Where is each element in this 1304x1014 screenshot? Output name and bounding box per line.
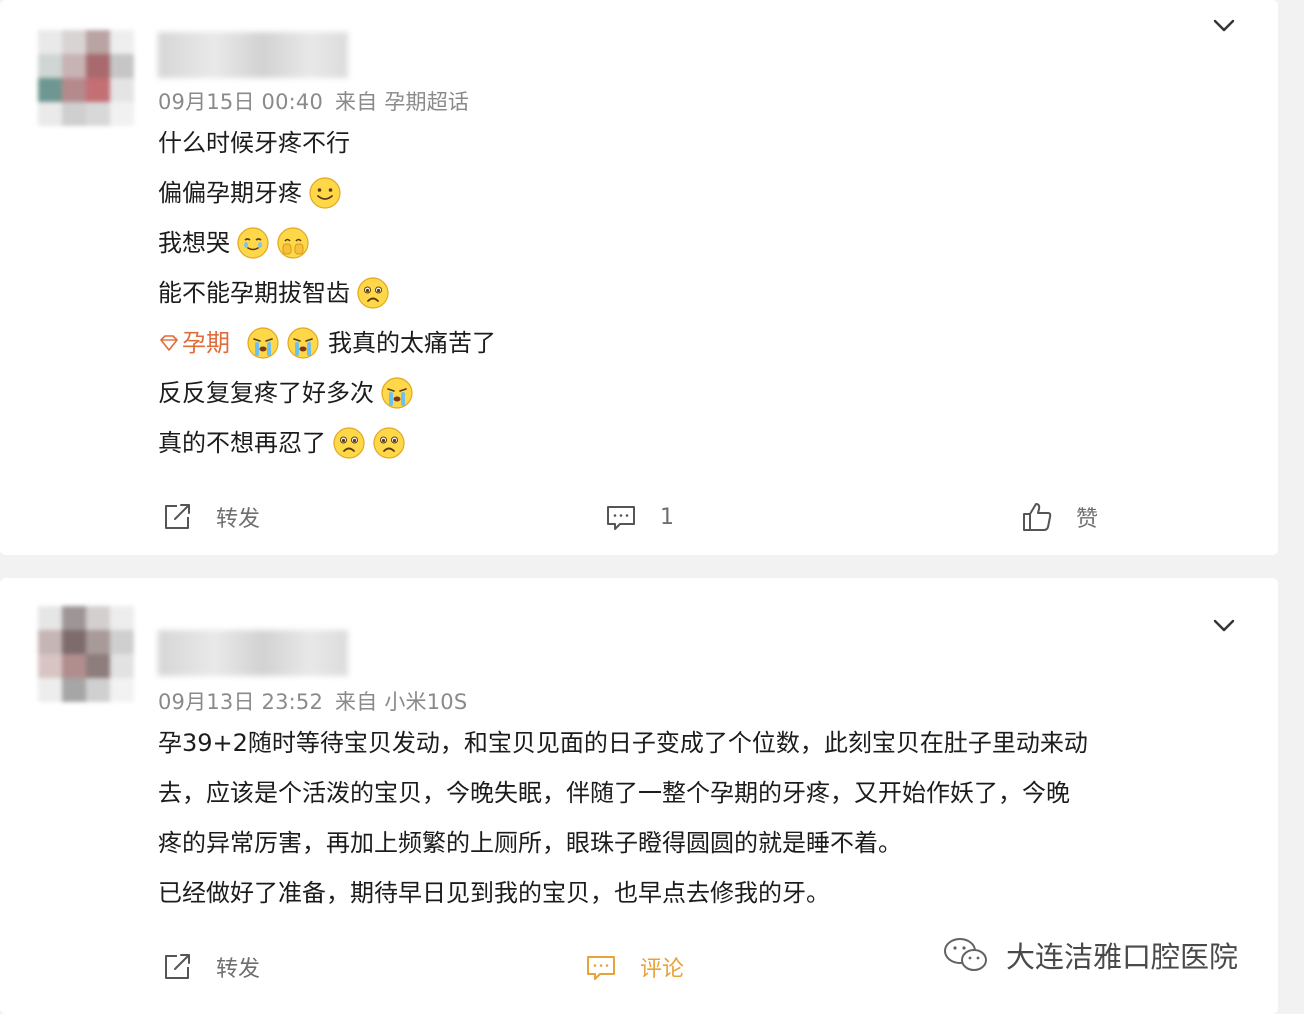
post-line: 能不能孕期拔智齿 <box>158 268 496 318</box>
username-blurred[interactable] <box>158 630 348 676</box>
post-line: 反反复复疼了好多次 <box>158 368 496 418</box>
chevron-down-icon[interactable] <box>1210 12 1238 40</box>
post-line-text: 反反复复疼了好多次 <box>158 379 374 407</box>
sad-emoji <box>332 426 366 460</box>
sad-emoji <box>372 426 406 460</box>
diamond-tag-icon <box>160 335 178 351</box>
post-paragraph-line: 疼的异常厉害，再加上频繁的上厕所，眼珠子瞪得圆圆的就是睡不着。 <box>158 829 902 857</box>
post-line-text: 偏偏孕期牙疼 <box>158 179 302 207</box>
like-button[interactable]: 赞 <box>1020 492 1098 542</box>
post-line-text: 能不能孕期拔智齿 <box>158 279 350 307</box>
post-line-text: 什么时候牙疼不行 <box>158 129 350 157</box>
post-source[interactable]: 来自 孕期超话 <box>335 90 469 114</box>
post-card: 09月13日 23:52 来自 小米10S 孕39+2随时等待宝贝发动，和宝贝见面… <box>0 578 1278 1014</box>
watermark: 大连洁雅口腔医院 <box>942 934 1238 976</box>
sad-emoji <box>356 276 390 310</box>
post-line-text: 真的不想再忍了 <box>158 429 326 457</box>
forward-icon <box>165 954 190 979</box>
avatar[interactable] <box>38 30 134 126</box>
cry-emoji <box>246 326 280 360</box>
topic-tag-label: 孕期 <box>182 329 230 357</box>
like-icon <box>1023 503 1052 531</box>
cry-emoji <box>286 326 320 360</box>
covering-face-emoji <box>276 226 310 260</box>
comment-label: 评论 <box>640 957 685 982</box>
forward-label: 转发 <box>216 507 261 532</box>
forward-label: 转发 <box>216 957 261 982</box>
post-date: 09月15日 00:40 <box>158 90 324 114</box>
comment-icon <box>587 956 615 980</box>
post-line-text: 我想哭 <box>158 229 230 257</box>
comment-button[interactable]: 评论 <box>584 942 684 992</box>
chevron-down-icon[interactable] <box>1210 612 1238 640</box>
post-paragraph-line: 去，应该是个活泼的宝贝，今晚失眠，伴随了一整个孕期的牙疼，又开始作妖了，今晚 <box>158 779 1070 807</box>
post-line: 真的不想再忍了 <box>158 418 496 468</box>
post-date: 09月13日 23:52 <box>158 690 324 714</box>
forward-button[interactable]: 转发 <box>160 942 260 992</box>
post-source[interactable]: 来自 小米10S <box>335 690 467 714</box>
post-line: 孕期 我真的太痛苦了 <box>158 318 496 368</box>
post-meta: 09月15日 00:40 来自 孕期超话 <box>158 86 469 116</box>
smile-emoji <box>308 176 342 210</box>
post-card: 09月15日 00:40 来自 孕期超话 什么时候牙疼不行 偏偏孕期牙疼 我想哭 … <box>0 0 1278 555</box>
post-body: 孕39+2随时等待宝贝发动，和宝贝见面的日子变成了个位数，此刻宝贝在肚子里动来动… <box>158 718 1088 918</box>
post-paragraph-line: 孕39+2随时等待宝贝发动，和宝贝见面的日子变成了个位数，此刻宝贝在肚子里动来动 <box>158 729 1088 757</box>
wechat-icon <box>943 938 987 971</box>
comment-count: 1 <box>660 504 674 530</box>
teary-smile-emoji <box>236 226 270 260</box>
post-paragraph-line: 已经做好了准备，期待早日见到我的宝贝，也早点去修我的牙。 <box>158 879 830 907</box>
forward-icon <box>165 504 190 529</box>
avatar[interactable] <box>38 606 134 702</box>
post-line: 什么时候牙疼不行 <box>158 118 496 168</box>
topic-tag[interactable]: 孕期 <box>158 318 230 368</box>
comment-button[interactable]: 1 <box>604 492 674 542</box>
cry-emoji <box>380 376 414 410</box>
post-line: 偏偏孕期牙疼 <box>158 168 496 218</box>
post-meta: 09月13日 23:52 来自 小米10S <box>158 686 467 716</box>
post-line: 我想哭 <box>158 218 496 268</box>
watermark-text: 大连洁雅口腔医院 <box>1005 940 1238 974</box>
post-line-text: 我真的太痛苦了 <box>328 329 496 357</box>
post-actions: 转发 1 赞 <box>0 492 1278 542</box>
post-body: 什么时候牙疼不行 偏偏孕期牙疼 我想哭 能不能孕期拔智齿 孕期 我真的太痛苦了 … <box>158 118 496 468</box>
comment-icon <box>607 506 635 530</box>
username-blurred[interactable] <box>158 32 348 78</box>
forward-button[interactable]: 转发 <box>160 492 260 542</box>
like-label: 赞 <box>1076 507 1099 532</box>
